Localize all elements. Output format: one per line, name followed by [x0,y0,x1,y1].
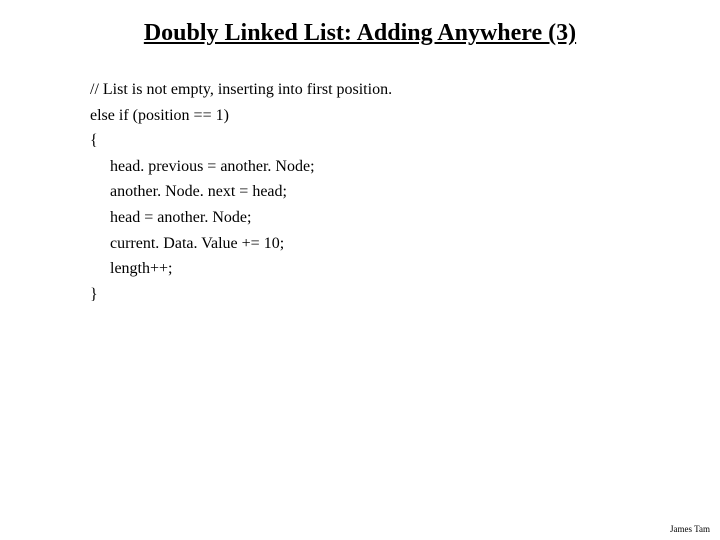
slide-title: Doubly Linked List: Adding Anywhere (3) [90,20,630,47]
code-line: else if (position == 1) [90,103,630,129]
code-line: head = another. Node; [90,205,630,231]
footer-author: James Tam [670,524,710,534]
code-line: } [90,282,630,308]
code-line: length++; [90,256,630,282]
code-line: // List is not empty, inserting into fir… [90,77,630,103]
code-line: { [90,128,630,154]
code-line: another. Node. next = head; [90,179,630,205]
code-block: // List is not empty, inserting into fir… [90,77,630,307]
slide-content: Doubly Linked List: Adding Anywhere (3) … [0,0,720,307]
code-line: head. previous = another. Node; [90,154,630,180]
code-line: current. Data. Value += 10; [90,231,630,257]
